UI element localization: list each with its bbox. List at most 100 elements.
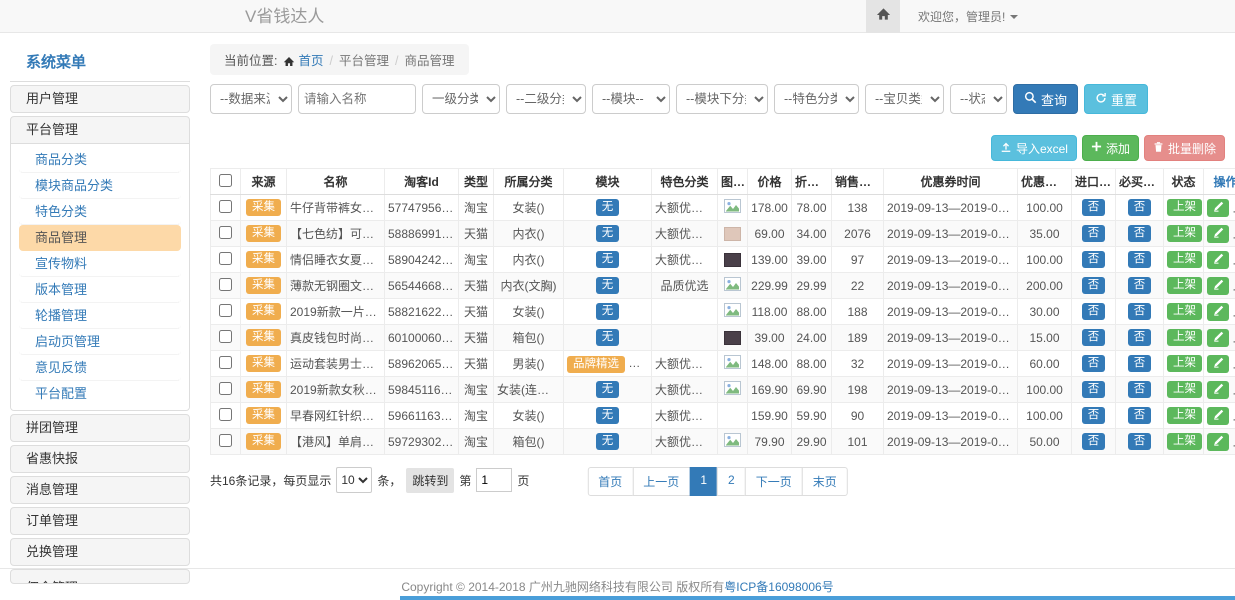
must-buy-badge[interactable]: 否 <box>1128 225 1152 243</box>
page-button[interactable]: 下一页 <box>745 467 803 496</box>
sidebar-item[interactable]: 意见反馈 <box>19 355 181 381</box>
row-checkbox[interactable] <box>219 408 232 421</box>
must-buy-badge[interactable]: 否 <box>1128 407 1152 425</box>
status-badge[interactable]: 上架 <box>1167 381 1202 399</box>
filter-select[interactable]: --数据来源-- <box>210 84 292 114</box>
search-button[interactable]: 查询 <box>1013 84 1078 114</box>
sidebar-section-toggle[interactable]: 佣金管理 <box>11 570 189 583</box>
batch-delete-button[interactable]: 批量删除 <box>1144 135 1225 161</box>
sidebar-section-toggle[interactable]: 平台管理 <box>11 117 189 143</box>
filter-select[interactable]: 一级分类 <box>422 84 500 114</box>
sidebar-section-toggle[interactable]: 兑换管理 <box>11 539 189 565</box>
row-checkbox[interactable] <box>219 356 232 369</box>
edit-button[interactable] <box>1207 277 1229 295</box>
page-button[interactable]: 2 <box>717 467 746 496</box>
select-all-checkbox[interactable] <box>219 174 232 187</box>
row-checkbox[interactable] <box>219 382 232 395</box>
row-checkbox[interactable] <box>219 226 232 239</box>
import-select-badge[interactable]: 否 <box>1082 303 1106 321</box>
sidebar-item[interactable]: 商品管理 <box>19 225 181 251</box>
filter-select[interactable]: --状态-- <box>950 84 1007 114</box>
filter-select[interactable]: --模块下分类-- <box>676 84 768 114</box>
import-select-badge[interactable]: 否 <box>1082 407 1106 425</box>
status-badge[interactable]: 上架 <box>1167 433 1202 451</box>
edit-button[interactable] <box>1207 251 1229 269</box>
sidebar-item[interactable]: 模块商品分类 <box>19 173 181 199</box>
horizontal-scrollbar[interactable] <box>400 596 1235 600</box>
must-buy-badge[interactable]: 否 <box>1128 303 1152 321</box>
import-select-badge[interactable]: 否 <box>1082 225 1106 243</box>
must-buy-badge[interactable]: 否 <box>1128 199 1152 217</box>
import-select-badge[interactable]: 否 <box>1082 381 1106 399</box>
filter-select[interactable]: --宝贝类型-- <box>865 84 944 114</box>
status-badge[interactable]: 上架 <box>1167 329 1202 347</box>
feature-category: 大额优惠券 <box>652 429 718 455</box>
feature-category: 大额优惠券 <box>652 221 718 247</box>
page-button[interactable]: 上一页 <box>632 467 690 496</box>
status-badge[interactable]: 上架 <box>1167 251 1202 269</box>
edit-button[interactable] <box>1207 199 1229 217</box>
sidebar-item[interactable]: 特色分类 <box>19 199 181 225</box>
sidebar-item[interactable]: 宣传物料 <box>19 251 181 277</box>
status-badge[interactable]: 上架 <box>1167 277 1202 295</box>
user-menu[interactable]: 欢迎您，管理员! <box>918 8 1018 25</box>
breadcrumb-home-link[interactable]: 首页 <box>298 54 323 68</box>
must-buy-badge[interactable]: 否 <box>1128 251 1152 269</box>
filter-select[interactable]: --二级分类-- <box>506 84 586 114</box>
home-button[interactable] <box>866 0 900 33</box>
must-buy-badge[interactable]: 否 <box>1128 329 1152 347</box>
must-buy-badge[interactable]: 否 <box>1128 277 1152 295</box>
status-badge[interactable]: 上架 <box>1167 225 1202 243</box>
icp-link[interactable]: 粤ICP备16098006号 <box>724 580 833 594</box>
page-button[interactable]: 末页 <box>802 467 848 496</box>
must-buy-badge[interactable]: 否 <box>1128 433 1152 451</box>
reset-button[interactable]: 重置 <box>1084 84 1148 114</box>
sidebar-section-toggle[interactable]: 用户管理 <box>11 86 189 112</box>
name-search-input[interactable] <box>298 84 416 114</box>
filter-select[interactable]: --特色分类-- <box>774 84 859 114</box>
sidebar-item[interactable]: 启动页管理 <box>19 329 181 355</box>
edit-button[interactable] <box>1207 433 1229 451</box>
import-select-badge[interactable]: 否 <box>1082 199 1106 217</box>
sidebar-item[interactable]: 轮播管理 <box>19 303 181 329</box>
status-badge[interactable]: 上架 <box>1167 407 1202 425</box>
add-button[interactable]: 添加 <box>1082 135 1139 161</box>
sidebar-item[interactable]: 版本管理 <box>19 277 181 303</box>
filter-select[interactable]: --模块-- <box>592 84 670 114</box>
import-excel-button[interactable]: 导入excel <box>991 135 1077 161</box>
status-badge[interactable]: 上架 <box>1167 355 1202 373</box>
page-size-select[interactable]: 10 <box>336 467 372 493</box>
jump-page-input[interactable] <box>476 468 512 492</box>
edit-button[interactable] <box>1207 355 1229 373</box>
edit-button[interactable] <box>1207 303 1229 321</box>
status-badge[interactable]: 上架 <box>1167 303 1202 321</box>
edit-button[interactable] <box>1207 381 1229 399</box>
status-badge[interactable]: 上架 <box>1167 199 1202 217</box>
must-buy-badge[interactable]: 否 <box>1128 381 1152 399</box>
page-button[interactable]: 首页 <box>587 467 633 496</box>
row-checkbox[interactable] <box>219 330 232 343</box>
sidebar-item[interactable]: 商品分类 <box>19 147 181 173</box>
must-buy-badge[interactable]: 否 <box>1128 355 1152 373</box>
import-select-badge[interactable]: 否 <box>1082 355 1106 373</box>
sidebar-section-toggle[interactable]: 消息管理 <box>11 477 189 503</box>
jump-button[interactable]: 跳转到 <box>406 468 454 493</box>
edit-button[interactable] <box>1207 407 1229 425</box>
edit-button[interactable] <box>1207 225 1229 243</box>
sidebar-submenu: 商品分类模块商品分类特色分类商品管理宣传物料版本管理轮播管理启动页管理意见反馈平… <box>11 143 189 410</box>
import-select-badge[interactable]: 否 <box>1082 329 1106 347</box>
row-checkbox[interactable] <box>219 304 232 317</box>
import-select-badge[interactable]: 否 <box>1082 433 1106 451</box>
import-select-badge[interactable]: 否 <box>1082 251 1106 269</box>
sidebar-section-toggle[interactable]: 拼团管理 <box>11 415 189 441</box>
row-checkbox[interactable] <box>219 200 232 213</box>
page-button[interactable]: 1 <box>689 467 718 496</box>
import-select-badge[interactable]: 否 <box>1082 277 1106 295</box>
sidebar-section-toggle[interactable]: 订单管理 <box>11 508 189 534</box>
edit-button[interactable] <box>1207 329 1229 347</box>
row-checkbox[interactable] <box>219 434 232 447</box>
sidebar-item[interactable]: 平台配置 <box>19 381 181 407</box>
row-checkbox[interactable] <box>219 252 232 265</box>
sidebar-section-toggle[interactable]: 省惠快报 <box>11 446 189 472</box>
row-checkbox[interactable] <box>219 278 232 291</box>
